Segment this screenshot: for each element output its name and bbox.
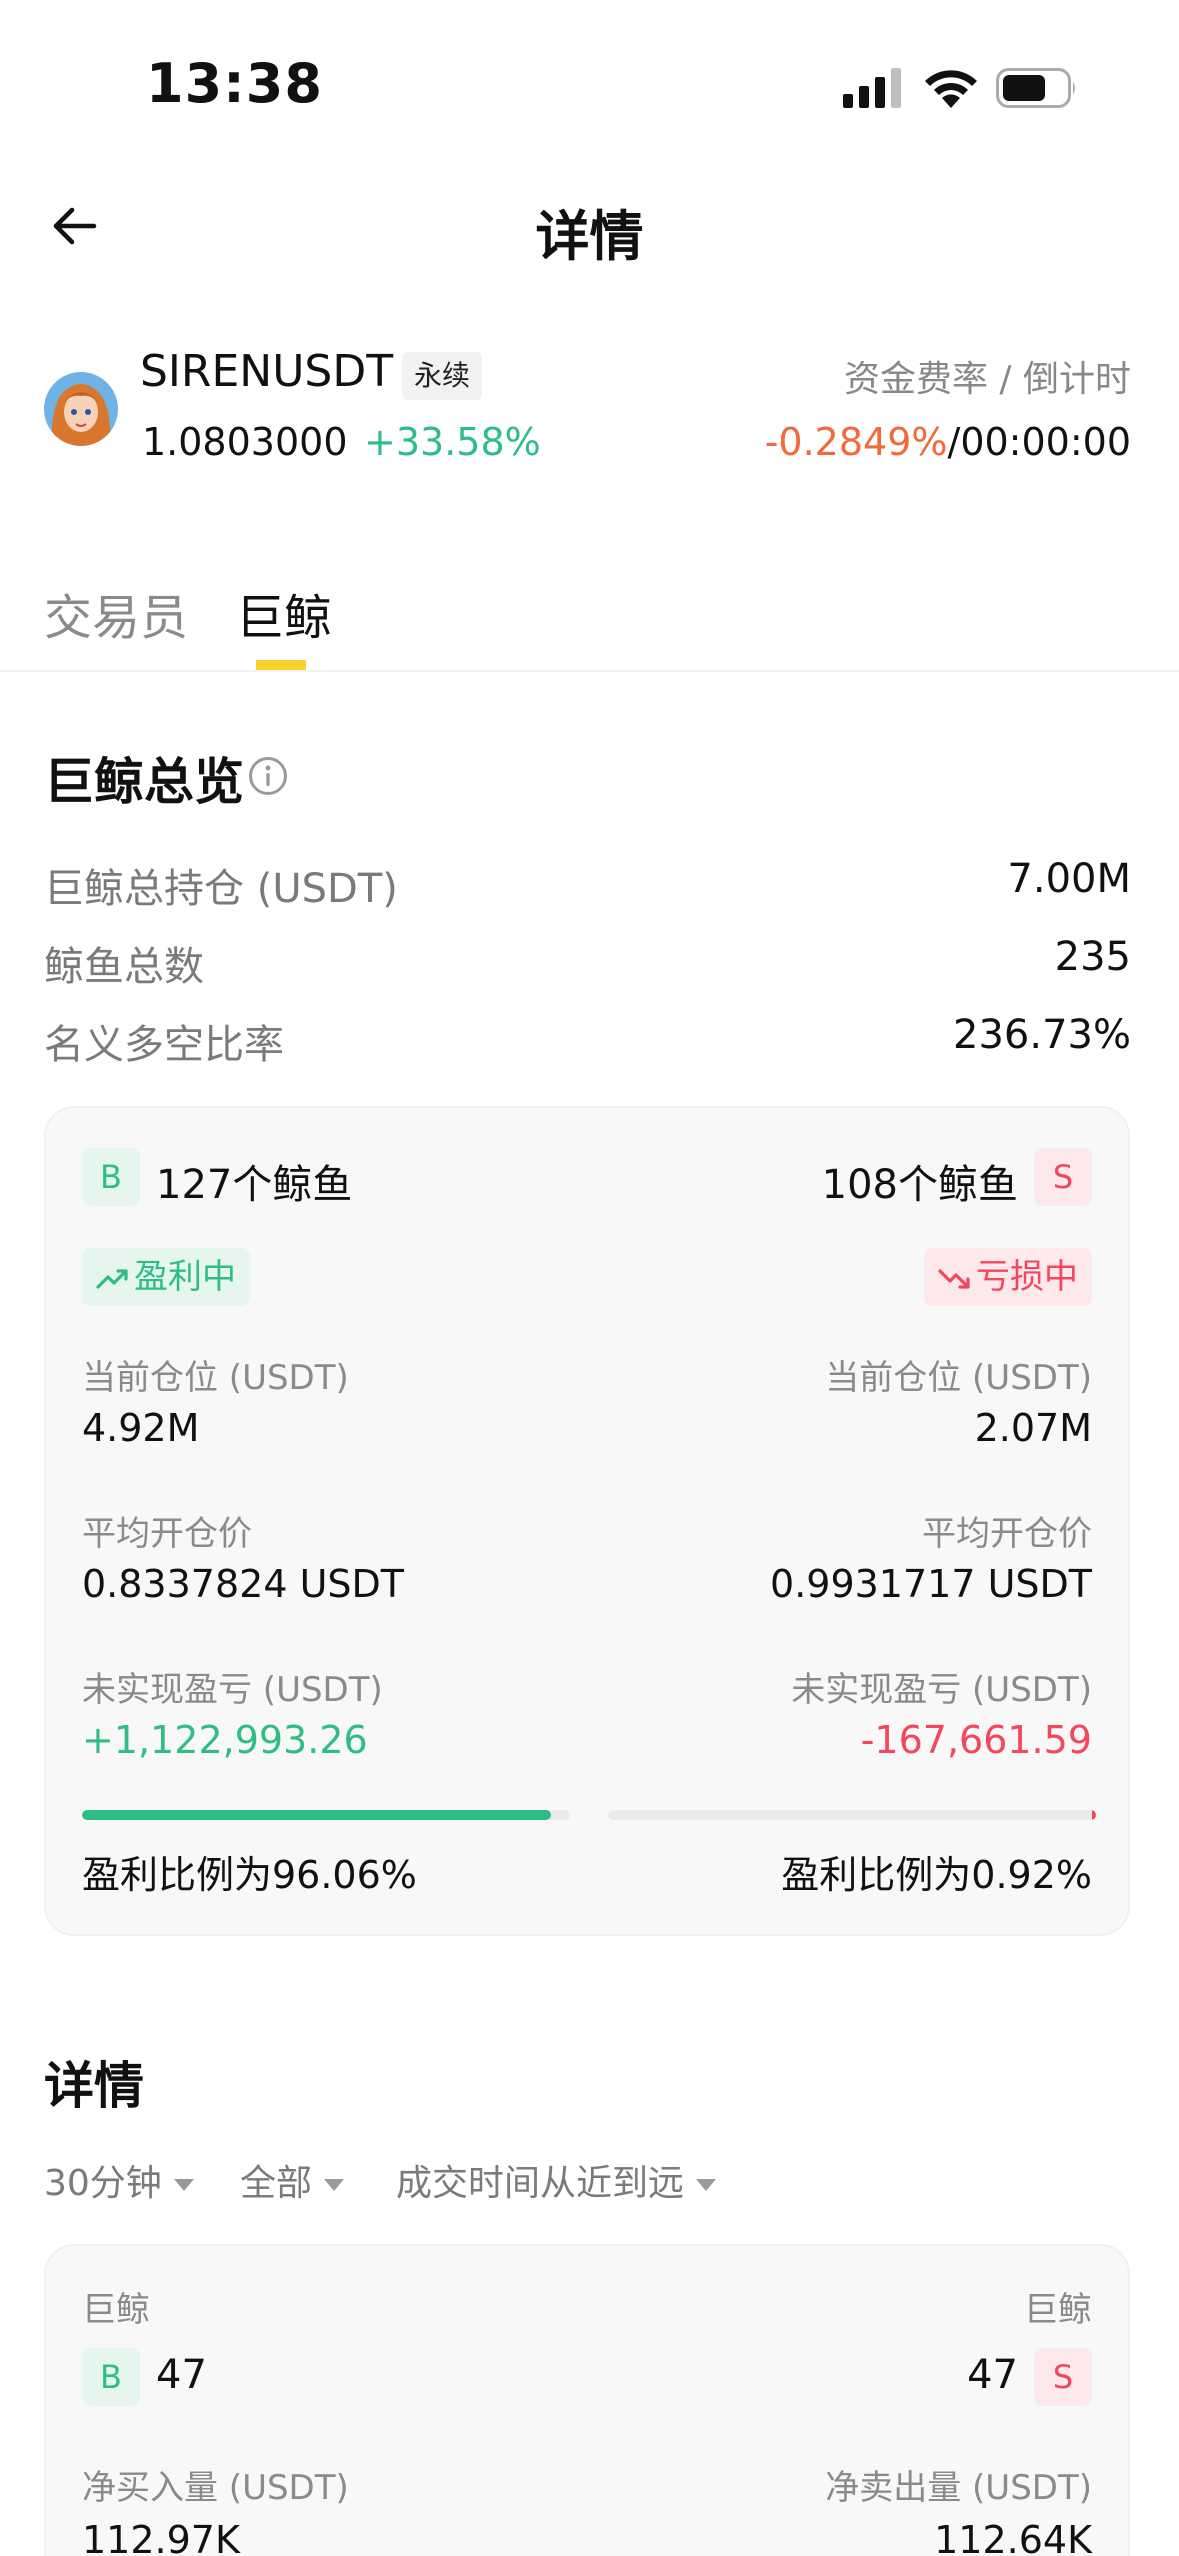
funding-separator: / xyxy=(947,420,961,464)
info-icon[interactable] xyxy=(248,756,288,796)
loss-status-pill: 亏损中 xyxy=(924,1248,1092,1306)
wifi-icon xyxy=(925,70,977,108)
avatar xyxy=(44,372,118,446)
short-profit-ratio-fill xyxy=(1091,1810,1096,1820)
sort-filter-label: 成交时间从近到远 xyxy=(396,2163,685,2204)
short-pnl-value: -167,661.59 xyxy=(860,1718,1092,1762)
tab-traders[interactable]: 交易员 xyxy=(44,578,188,648)
net-sell-value: 112.64K xyxy=(934,2518,1092,2556)
total-position-value: 7.00M xyxy=(1007,856,1131,902)
short-avg-price-label: 平均开仓价 xyxy=(922,1514,1092,1554)
long-avg-price-label: 平均开仓价 xyxy=(82,1514,252,1554)
battery-icon xyxy=(996,68,1075,108)
detail-sell-count: 47 xyxy=(967,2352,1018,2398)
net-buy-value: 112.97K xyxy=(82,2518,240,2556)
trend-down-icon xyxy=(938,1268,970,1289)
status-bar: 13:38 xyxy=(0,0,1179,160)
long-short-ratio-label: 名义多空比率 xyxy=(44,1022,284,1068)
overview-title: 巨鲸总览 xyxy=(44,753,244,811)
profit-status-text: 盈利中 xyxy=(134,1257,236,1297)
short-position-label: 当前仓位 (USDT) xyxy=(825,1358,1092,1398)
short-whale-count: 108个鲸鱼 xyxy=(821,1162,1018,1208)
avatar-image xyxy=(44,372,118,446)
long-profit-ratio-bar xyxy=(82,1810,570,1820)
net-buy-label: 净买入量 (USDT) xyxy=(82,2468,349,2508)
detail-buy-count: 47 xyxy=(156,2352,207,2398)
whale-count-label: 鲸鱼总数 xyxy=(44,944,204,990)
page-title: 详情 xyxy=(535,205,644,268)
long-short-ratio-value: 236.73% xyxy=(953,1012,1131,1058)
detail-sell-badge: S xyxy=(1034,2348,1092,2406)
short-profit-ratio-bar xyxy=(608,1810,1096,1820)
side-filter-label: 全部 xyxy=(240,2163,313,2204)
side-filter[interactable]: 全部 xyxy=(240,2154,345,2206)
funding-countdown: 00:00:00 xyxy=(960,420,1131,464)
symbol-price: 1.0803000 xyxy=(142,420,348,464)
caret-down-icon xyxy=(696,2179,717,2191)
long-profit-ratio-text: 盈利比例为96.06% xyxy=(82,1853,417,1897)
detail-left-label: 巨鲸 xyxy=(82,2290,150,2330)
profit-status-pill: 盈利中 xyxy=(82,1248,250,1306)
symbol-change: +33.58% xyxy=(364,420,541,464)
short-profit-ratio-text: 盈利比例为0.92% xyxy=(781,1853,1092,1897)
whale-long-short-card: B 127个鲸鱼 108个鲸鱼 S 盈利中 亏损中 当前仓位 (USDT) 当前… xyxy=(44,1106,1130,1936)
net-sell-label: 净卖出量 (USDT) xyxy=(825,2468,1092,2508)
buy-badge: B xyxy=(82,1148,140,1206)
total-position-label: 巨鲸总持仓 (USDT) xyxy=(44,866,398,912)
long-profit-ratio-fill xyxy=(82,1810,551,1820)
sort-filter[interactable]: 成交时间从近到远 xyxy=(396,2154,717,2206)
tab-whales[interactable]: 巨鲸 xyxy=(236,578,332,648)
sell-badge: S xyxy=(1034,1148,1092,1206)
tabs-divider xyxy=(0,670,1179,672)
short-avg-price-value: 0.9931717 USDT xyxy=(770,1562,1092,1606)
loss-status-text: 亏损中 xyxy=(976,1257,1078,1297)
active-tab-indicator xyxy=(256,660,306,670)
long-pnl-label: 未实现盈亏 (USDT) xyxy=(82,1670,383,1710)
whale-count-value: 235 xyxy=(1054,934,1131,980)
time-range-filter-label: 30分钟 xyxy=(44,2163,162,2204)
trend-up-icon xyxy=(96,1268,128,1289)
detail-card[interactable]: 巨鲸 巨鲸 B 47 47 S 净买入量 (USDT) 净卖出量 (USDT) … xyxy=(44,2244,1130,2556)
cellular-signal-icon xyxy=(843,68,901,108)
funding-values: -0.2849%/00:00:00 xyxy=(765,420,1131,464)
funding-rate: -0.2849% xyxy=(764,420,948,464)
funding-label: 资金费率 / 倒计时 xyxy=(843,359,1131,400)
status-time: 13:38 xyxy=(146,52,323,115)
caret-down-icon xyxy=(173,2179,194,2191)
long-pnl-value: +1,122,993.26 xyxy=(82,1718,368,1762)
short-position-value: 2.07M xyxy=(974,1406,1092,1450)
long-avg-price-value: 0.8337824 USDT xyxy=(82,1562,404,1606)
perpetual-badge: 永续 xyxy=(402,352,483,400)
detail-buy-badge: B xyxy=(82,2348,140,2406)
long-whale-count: 127个鲸鱼 xyxy=(156,1162,353,1208)
time-range-filter[interactable]: 30分钟 xyxy=(44,2154,194,2206)
caret-down-icon xyxy=(324,2179,345,2191)
symbol-name[interactable]: SIRENUSDT xyxy=(140,346,393,397)
long-position-label: 当前仓位 (USDT) xyxy=(82,1358,349,1398)
details-title: 详情 xyxy=(44,2057,144,2115)
detail-right-label: 巨鲸 xyxy=(1024,2290,1092,2330)
short-pnl-label: 未实现盈亏 (USDT) xyxy=(791,1670,1092,1710)
long-position-value: 4.92M xyxy=(82,1406,200,1450)
